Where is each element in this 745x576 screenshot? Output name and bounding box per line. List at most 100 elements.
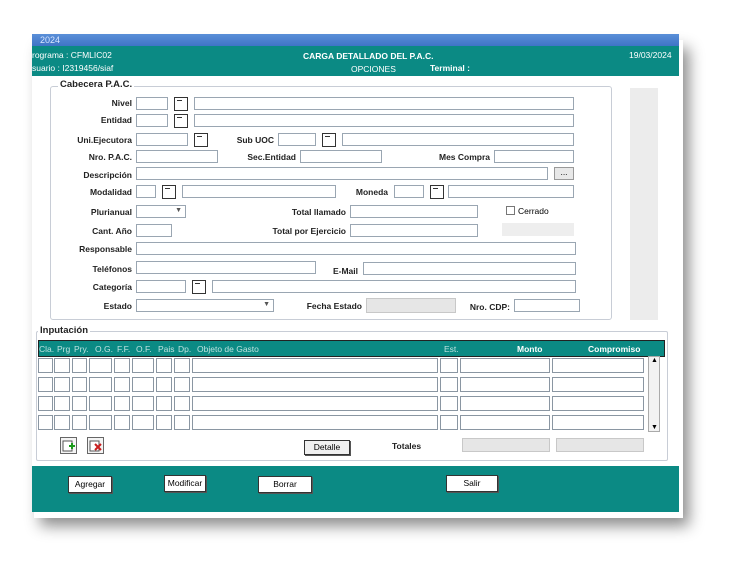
col-dp: Dp. <box>178 344 192 354</box>
grid-cell[interactable] <box>114 415 130 430</box>
entidad-lov-button[interactable] <box>174 114 188 128</box>
entidad-description-field[interactable] <box>194 114 574 127</box>
estado-select[interactable]: ▼ <box>136 299 274 312</box>
moneda-lov-button[interactable] <box>430 185 444 199</box>
grid-cell[interactable] <box>192 396 438 411</box>
grid-cell[interactable] <box>460 358 550 373</box>
grid-cell[interactable] <box>132 377 154 392</box>
modificar-button[interactable]: Modificar <box>164 475 206 492</box>
moneda-description-field[interactable] <box>448 185 574 198</box>
grid-cell[interactable] <box>38 358 53 373</box>
grid-cell[interactable] <box>72 377 87 392</box>
sub-uoc-description-field[interactable] <box>342 133 574 146</box>
categoria-field[interactable] <box>136 280 186 293</box>
nivel-description-field[interactable] <box>194 97 574 110</box>
salir-button[interactable]: Salir <box>446 475 498 492</box>
nivel-field[interactable] <box>136 97 168 110</box>
col-est: Est. <box>444 344 459 354</box>
mes-compra-field[interactable] <box>494 150 574 163</box>
add-row-button[interactable] <box>60 437 77 454</box>
grid-cell[interactable] <box>72 396 87 411</box>
delete-row-button[interactable] <box>87 437 104 454</box>
modalidad-field[interactable] <box>136 185 156 198</box>
grid-cell[interactable] <box>440 396 458 411</box>
email-field[interactable] <box>363 262 576 275</box>
nro-cdp-field[interactable] <box>514 299 580 312</box>
categoria-description-field[interactable] <box>212 280 576 293</box>
grid-cell[interactable] <box>54 415 70 430</box>
telefonos-field[interactable] <box>136 261 316 274</box>
nro-pac-field[interactable] <box>136 150 218 163</box>
scroll-down-icon[interactable]: ▼ <box>651 424 658 431</box>
uni-ejecutora-lov-button[interactable] <box>194 133 208 147</box>
grid-cell[interactable] <box>156 358 172 373</box>
grid-cell[interactable] <box>192 415 438 430</box>
grid-cell[interactable] <box>89 377 112 392</box>
grid-cell[interactable] <box>89 415 112 430</box>
grid-cell[interactable] <box>89 358 112 373</box>
grid-cell[interactable] <box>440 415 458 430</box>
cant-anio-field[interactable] <box>136 224 172 237</box>
grid-cell[interactable] <box>132 415 154 430</box>
grid-cell[interactable] <box>132 396 154 411</box>
descripcion-edit-button[interactable]: ... <box>554 167 574 180</box>
grid-cell[interactable] <box>192 377 438 392</box>
total-ejercicio-field[interactable] <box>350 224 478 237</box>
grid-cell[interactable] <box>440 358 458 373</box>
agregar-button[interactable]: Agregar <box>68 476 112 493</box>
grid-cell[interactable] <box>552 415 644 430</box>
grid-cell[interactable] <box>460 377 550 392</box>
grid-cell[interactable] <box>38 415 53 430</box>
grid-cell[interactable] <box>192 358 438 373</box>
col-objeto-gasto: Objeto de Gasto <box>197 344 259 354</box>
app-window: 2024 rograma : CFMLIC02 suario : I231945… <box>32 34 679 512</box>
grid-cell[interactable] <box>114 358 130 373</box>
grid-cell[interactable] <box>38 396 53 411</box>
borrar-button[interactable]: Borrar <box>258 476 312 493</box>
grid-cell[interactable] <box>54 396 70 411</box>
total-llamado-field[interactable] <box>350 205 478 218</box>
plurianual-select[interactable]: ▼ <box>136 205 186 218</box>
grid-cell[interactable] <box>89 396 112 411</box>
grid-cell[interactable] <box>156 396 172 411</box>
col-prg: Prg <box>57 344 71 354</box>
detalle-button[interactable]: Detalle <box>304 440 350 455</box>
uni-ejecutora-field[interactable] <box>136 133 188 146</box>
grid-scrollbar[interactable]: ▲ ▼ <box>648 356 660 432</box>
grid-cell[interactable] <box>114 377 130 392</box>
grid-cell[interactable] <box>114 396 130 411</box>
grid-cell[interactable] <box>552 396 644 411</box>
responsable-field[interactable] <box>136 242 576 255</box>
descripcion-field[interactable] <box>136 167 548 180</box>
modalidad-description-field[interactable] <box>182 185 336 198</box>
sub-uoc-lov-button[interactable] <box>322 133 336 147</box>
fecha-estado-label: Fecha Estado <box>306 301 362 311</box>
grid-cell[interactable] <box>174 377 190 392</box>
scroll-up-icon[interactable]: ▲ <box>651 357 658 364</box>
grid-cell[interactable] <box>72 415 87 430</box>
grid-cell[interactable] <box>552 358 644 373</box>
grid-cell[interactable] <box>174 396 190 411</box>
cerrado-checkbox[interactable] <box>506 206 515 215</box>
grid-cell[interactable] <box>440 377 458 392</box>
grid-cell[interactable] <box>156 415 172 430</box>
nivel-lov-button[interactable] <box>174 97 188 111</box>
grid-cell[interactable] <box>174 415 190 430</box>
moneda-field[interactable] <box>394 185 424 198</box>
grid-cell[interactable] <box>460 396 550 411</box>
grid-cell[interactable] <box>132 358 154 373</box>
entidad-field[interactable] <box>136 114 168 127</box>
grid-cell[interactable] <box>174 358 190 373</box>
sub-uoc-field[interactable] <box>278 133 316 146</box>
grid-cell[interactable] <box>552 377 644 392</box>
grid-cell[interactable] <box>72 358 87 373</box>
grid-cell[interactable] <box>156 377 172 392</box>
estado-label: Estado <box>103 301 132 311</box>
grid-cell[interactable] <box>38 377 53 392</box>
grid-cell[interactable] <box>54 377 70 392</box>
modalidad-lov-button[interactable] <box>162 185 176 199</box>
grid-cell[interactable] <box>54 358 70 373</box>
grid-cell[interactable] <box>460 415 550 430</box>
categoria-lov-button[interactable] <box>192 280 206 294</box>
sec-entidad-field[interactable] <box>300 150 382 163</box>
